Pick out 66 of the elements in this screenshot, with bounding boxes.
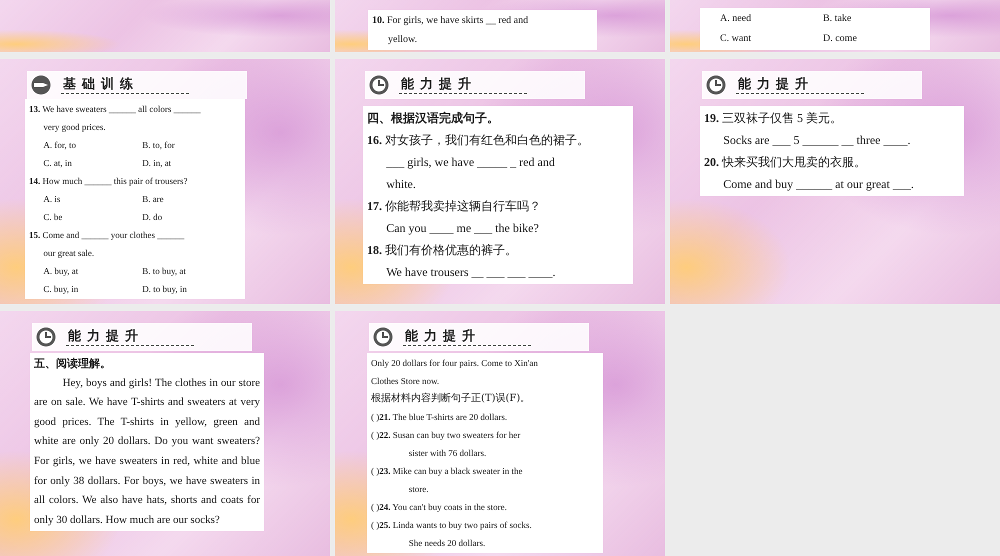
slide-thumbnail[interactable] [0,311,330,556]
question-text: very good prices. [42,121,107,134]
question-text: 16. 对女孩子，我们有红色和白色的裙子。 [367,132,590,149]
answer-option: D. do [142,208,241,226]
answer-option: D. to buy, in [142,280,241,298]
question-text: Come and buy ______ at our great ___. [722,176,915,193]
slide-thumbnail[interactable]: 10. For girls, we have skirts __ red and yellow. [335,0,665,52]
question-text: Can you ____ me ___ the bike? [385,220,540,237]
answer-option: C. buy, in [43,280,142,298]
question-text: sister with 76 dollars. [408,447,488,460]
question-text: ( )24. You can't buy coats in the store. [371,501,508,514]
section-title: 能力提升 [736,76,864,94]
clock-icon [706,75,726,95]
slide-thumbnail[interactable]: A. need B. take C. want D. come [670,0,1000,52]
answer-option: B. to, for [142,136,241,154]
question-text: yellow. [387,33,418,47]
section-title: 基础训练 [61,76,189,94]
question-text: store. [408,483,430,496]
answer-option: C. be [43,208,142,226]
answer-option: A. need [720,9,823,29]
section-title: 能力提升 [399,76,527,94]
question-text: 17. 你能帮我卖掉这辆自行车吗？ [367,198,542,215]
section-heading: 五、阅读理解。 [34,356,112,372]
answer-option: C. at, in [43,154,142,172]
instruction-text: 根据材料内容判断句子正(T)误(F)。 [371,392,532,406]
answer-option: B. to buy, at [142,262,241,280]
section-title: 能力提升 [403,328,531,346]
question-text: ( )25. Linda wants to buy two pairs of socks. [371,519,533,532]
slide-thumbnail[interactable] [0,59,330,304]
slide-thumbnail[interactable] [0,0,330,52]
question-text: We have trousers __ ___ ___ ____. [385,264,557,281]
question-text: ( )23. Mike can buy a black sweater in the [371,465,524,478]
answer-option: B. take [823,9,926,29]
question-text: 20. 快来买我们大甩卖的衣服。 [704,154,867,171]
question-text: She needs 20 dollars. [408,537,486,550]
section-title: 能力提升 [66,328,194,346]
question-text: 14. How much ______ this pair of trousers? [29,175,188,188]
question-text: 19. 三双袜子仅售 5 美元。 [704,110,843,127]
clock-icon [36,327,56,347]
answer-option: D. come [823,29,926,49]
question-text: our great sale. [42,247,96,260]
question-text: ___ girls, we have _____ _ red and [385,154,556,171]
slide-thumbnail[interactable]: 能力提升 四、根据汉语完成句子。 16. 对女孩子，我们有红色和白色的裙子。 ___ girls, we have _____ _ red and white. 17. 你能帮我卖掉这辆自行车吗？ Can you ____ me ___ the bike? 18. 我们有价格优惠的裤子。 We have trousers __ ___ ___ ____. [335,59,665,304]
passage-text: Clothes Store now. [371,375,440,388]
answer-option: A. buy, at [43,262,142,280]
question-text: Socks are ___ 5 ______ __ three ____. [722,132,912,149]
question-text: 10. For girls, we have skirts __ red and [372,14,530,28]
answer-option: B. are [142,190,241,208]
slide-thumbnail[interactable]: 能力提升 19. 三双袜子仅售 5 美元。 Socks are ___ 5 ______ __ three ____. 20. 快来买我们大甩卖的衣服。 Come and buy ______ at our great ___. [670,59,1000,304]
section-heading: 四、根据汉语完成句子。 [367,110,500,127]
answer-option: D. in, at [142,154,241,172]
answer-option: C. want [720,29,823,49]
slide-thumbnail[interactable] [335,311,665,556]
answer-option: A. is [43,190,142,208]
question-text: white. [385,176,417,193]
question-text: ( )22. Susan can buy two sweaters for her [371,429,522,442]
question-text: 18. 我们有价格优惠的裤子。 [367,242,518,259]
pencil-icon [31,75,51,95]
answer-option: A. for, to [43,136,142,154]
clock-icon [373,327,393,347]
passage-text: Only 20 dollars for four pairs. Come to Xin'an [371,357,539,370]
reading-passage: Hey, boys and girls! The clothes in our store are on sale. We have T-shirts and sweaters at very good prices. The T-shirts in yellow, green and white are only 20 dollars. Do you want sweaters? For girls, we have sweaters in red, white and blue for only 38 dollars. For boys, we have sweaters in all colors. We also have hats, shorts and coats for only 30 dollars. How much are our socks? [34,376,260,528]
question-text: 13. We have sweaters ______ all colors ______ [29,103,202,116]
question-text: 15. Come and ______ your clothes ______ [29,229,186,242]
clock-icon [369,75,389,95]
question-text: ( )21. The blue T-shirts are 20 dollars. [371,411,508,424]
